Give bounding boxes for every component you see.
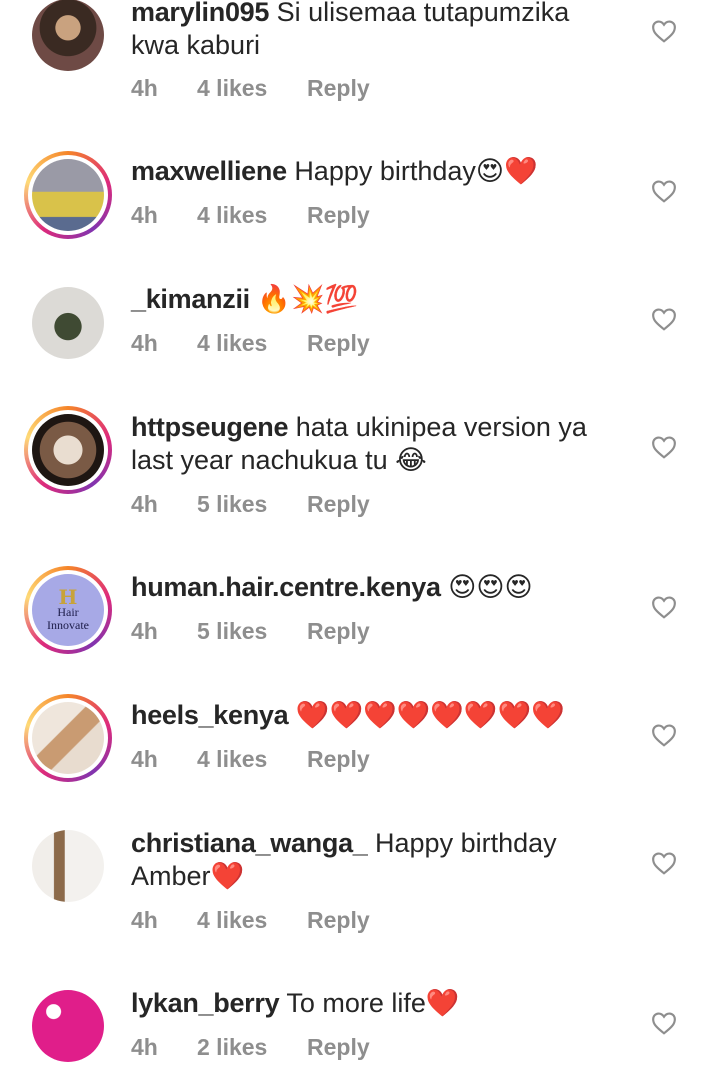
comment-body: 🔥💥💯: [257, 284, 359, 314]
comment-text: heels_kenya ❤️❤️❤️❤️❤️❤️❤️❤️: [131, 699, 621, 732]
reply-button[interactable]: Reply: [307, 75, 370, 102]
comment-likes[interactable]: 4 likes: [197, 907, 307, 934]
comment-likes[interactable]: 4 likes: [197, 202, 307, 229]
avatar[interactable]: [24, 151, 112, 239]
comment-username[interactable]: heels_kenya: [131, 700, 289, 730]
comment-text: christiana_wanga_ Happy birthday Amber❤️: [131, 827, 621, 893]
heart-outline-icon[interactable]: [651, 595, 677, 619]
comment-likes[interactable]: 5 likes: [197, 618, 307, 645]
comment-likes[interactable]: 2 likes: [197, 1034, 307, 1061]
avatar[interactable]: [24, 694, 112, 782]
comment-text: lykan_berry To more life❤️: [131, 987, 621, 1020]
comment-body: To more life❤️: [286, 988, 460, 1018]
comment-time: 4h: [131, 75, 158, 101]
comment-time: 4h: [131, 618, 158, 644]
comment-username[interactable]: maxwelliene: [131, 156, 287, 186]
reply-button[interactable]: Reply: [307, 330, 370, 357]
reply-button[interactable]: Reply: [307, 618, 370, 645]
comment-text: _kimanzii 🔥💥💯: [131, 283, 621, 316]
comment-text: httpseugene hata ukinipea version ya las…: [131, 411, 621, 477]
comment-username[interactable]: lykan_berry: [131, 988, 280, 1018]
avatar-logo-text: Innovate: [47, 618, 89, 632]
comment-username[interactable]: httpseugene: [131, 412, 289, 442]
comment-text: maxwelliene Happy birthday😍❤️: [131, 155, 621, 188]
avatar[interactable]: [24, 0, 112, 79]
avatar[interactable]: [24, 406, 112, 494]
comment-meta: 4h 4 likes Reply: [131, 746, 370, 773]
avatar[interactable]: H Hair Innovate: [24, 566, 112, 654]
heart-outline-icon[interactable]: [651, 723, 677, 747]
comment-time: 4h: [131, 746, 158, 772]
comment-time: 4h: [131, 907, 158, 933]
comment-meta: 4h 5 likes Reply: [131, 618, 370, 645]
reply-button[interactable]: Reply: [307, 746, 370, 773]
reply-button[interactable]: Reply: [307, 491, 370, 518]
comment-meta: 4h 4 likes Reply: [131, 330, 370, 357]
reply-button[interactable]: Reply: [307, 907, 370, 934]
comment-text: human.hair.centre.kenya 😍😍😍: [131, 571, 621, 604]
comment-likes[interactable]: 4 likes: [197, 330, 307, 357]
comment-body: Happy birthday😍❤️: [294, 156, 538, 186]
comment-meta: 4h 2 likes Reply: [131, 1034, 370, 1061]
comment-username[interactable]: marylin095: [131, 0, 269, 27]
comment-meta: 4h 5 likes Reply: [131, 491, 370, 518]
comment-username[interactable]: christiana_wanga_: [131, 828, 368, 858]
hair-innovate-logo-icon: H: [58, 585, 78, 609]
heart-outline-icon[interactable]: [651, 19, 677, 43]
comment-meta: 4h 4 likes Reply: [131, 202, 370, 229]
heart-outline-icon[interactable]: [651, 851, 677, 875]
comment-username[interactable]: _kimanzii: [131, 284, 250, 314]
heart-outline-icon[interactable]: [651, 179, 677, 203]
heart-outline-icon[interactable]: [651, 435, 677, 459]
comment-meta: 4h 4 likes Reply: [131, 907, 370, 934]
reply-button[interactable]: Reply: [307, 202, 370, 229]
comment-body: ❤️❤️❤️❤️❤️❤️❤️❤️: [295, 700, 565, 730]
comment-likes[interactable]: 4 likes: [197, 746, 307, 773]
heart-outline-icon[interactable]: [651, 307, 677, 331]
avatar[interactable]: [24, 982, 112, 1070]
reply-button[interactable]: Reply: [307, 1034, 370, 1061]
comment-likes[interactable]: 4 likes: [197, 75, 307, 102]
comment-time: 4h: [131, 491, 158, 517]
comment-username[interactable]: human.hair.centre.kenya: [131, 572, 441, 602]
comment-likes[interactable]: 5 likes: [197, 491, 307, 518]
comment-meta: 4h 4 likes Reply: [131, 75, 370, 102]
avatar[interactable]: [24, 822, 112, 910]
comment-text: marylin095 Si ulisemaa tutapumzika kwa k…: [131, 0, 621, 62]
comment-time: 4h: [131, 1034, 158, 1060]
heart-outline-icon[interactable]: [651, 1011, 677, 1035]
avatar[interactable]: [24, 279, 112, 367]
comment-time: 4h: [131, 202, 158, 228]
comment-body: 😍😍😍: [448, 572, 533, 602]
comment-time: 4h: [131, 330, 158, 356]
